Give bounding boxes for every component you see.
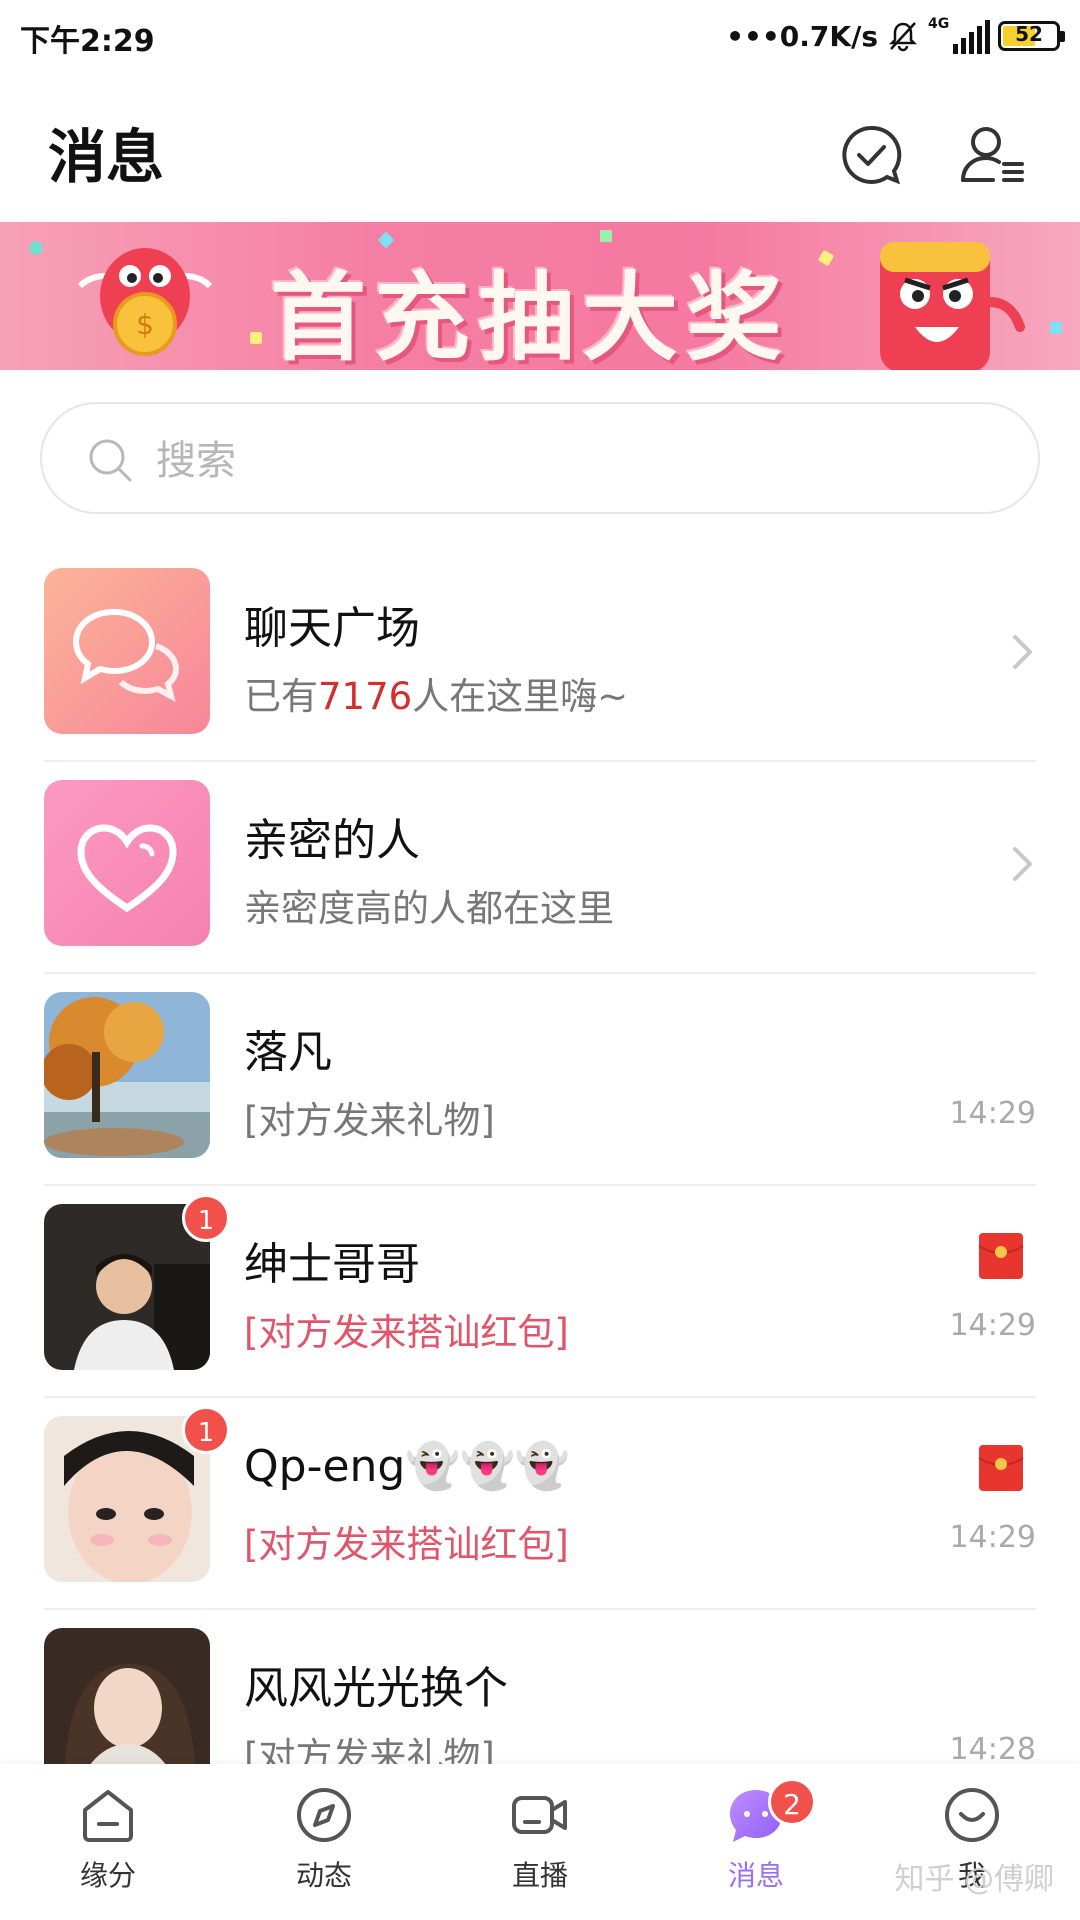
tab-label: 动态 — [295, 1859, 352, 1892]
svg-text:$: $ — [136, 308, 154, 341]
conversation-row[interactable]: 落凡 [对方发来礼物] 14:29 — [0, 974, 1080, 1186]
message-list: 聊天广场 已有7176人在这里嗨~ 亲密的人 亲密度高的人都在这里 落凡 [对方… — [0, 550, 1080, 1822]
item-subtitle: 亲密度高的人都在这里 — [244, 887, 614, 930]
contact-name: 风风光光换个 — [244, 1663, 508, 1714]
unread-badge: 1 — [182, 1406, 230, 1454]
chat-bubbles-icon — [44, 568, 210, 734]
nav-badge: 2 — [768, 1778, 816, 1826]
smile-icon — [945, 1788, 999, 1842]
page-title: 消息 — [48, 123, 165, 191]
conversation-row[interactable]: 1 绅士哥哥 [对方发来搭讪红包] 14:29 — [0, 1186, 1080, 1398]
online-count: 7176 — [318, 675, 413, 718]
battery-icon: 52 — [998, 21, 1065, 51]
message-time: 14:28 — [949, 1732, 1036, 1767]
contact-name: 落凡 — [244, 1027, 332, 1078]
status-right: •••0.7K/s 4G 52 — [726, 12, 1065, 60]
message-time: 14:29 — [949, 1520, 1036, 1555]
message-time: 14:29 — [949, 1096, 1036, 1131]
tab-label: 缘分 — [79, 1859, 136, 1892]
item-subtitle: 已有7176人在这里嗨~ — [244, 675, 629, 718]
video-icon — [512, 1796, 567, 1834]
red-packet-icon — [978, 1445, 1024, 1491]
item-title: 聊天广场 — [244, 603, 420, 654]
mascot-red-packet-icon — [880, 242, 1025, 370]
chat-square-tile — [44, 568, 210, 734]
compass-icon — [297, 1788, 351, 1842]
list-item-chat-square[interactable]: 聊天广场 已有7176人在这里嗨~ — [0, 550, 1080, 762]
chevron-right-icon — [1013, 847, 1032, 881]
intimate-tile — [44, 780, 210, 946]
avatar — [44, 992, 210, 1158]
battery-level: 52 — [1015, 22, 1043, 46]
contact-name: 绅士哥哥 — [244, 1239, 420, 1290]
promo-banner[interactable]: $ 首充抽大奖 — [0, 222, 1080, 370]
mute-bell-icon — [888, 22, 918, 52]
tab-messages[interactable]: 2 消息 — [686, 1778, 826, 1914]
banner-title: 首充抽大奖 — [270, 262, 790, 370]
search-input[interactable] — [154, 430, 958, 492]
tab-label: 消息 — [727, 1859, 784, 1892]
bottom-nav: 缘分 动态 直播 2 消息 我 知乎 @傅卿 — [0, 1764, 1080, 1920]
message-preview: [对方发来礼物] — [244, 1099, 495, 1142]
network-speed: •••0.7K/s — [726, 19, 878, 53]
contacts-icon[interactable] — [958, 120, 1028, 190]
message-preview: [对方发来搭讪红包] — [244, 1523, 569, 1566]
message-time: 14:29 — [949, 1308, 1036, 1343]
tab-live[interactable]: 直播 — [470, 1784, 610, 1914]
chevron-right-icon — [1013, 635, 1032, 669]
contact-name: Qp-eng👻👻👻 — [244, 1441, 570, 1492]
message-preview: [对方发来搭讪红包] — [244, 1311, 569, 1354]
heart-icon — [44, 780, 210, 946]
tab-label: 直播 — [511, 1859, 568, 1892]
chat-check-icon[interactable] — [836, 120, 906, 190]
status-bar: 下午2:29 •••0.7K/s 4G 52 — [0, 0, 1080, 74]
red-packet-icon — [978, 1233, 1024, 1279]
list-item-intimate[interactable]: 亲密的人 亲密度高的人都在这里 — [0, 762, 1080, 974]
conversation-row[interactable]: 1 Qp-eng👻👻👻 [对方发来搭讪红包] 14:29 — [0, 1398, 1080, 1610]
status-time: 下午2:29 — [20, 24, 155, 59]
item-title: 亲密的人 — [244, 815, 420, 866]
mascot-coin-icon: $ — [77, 248, 213, 356]
watermark: 知乎 @傅卿 — [894, 1862, 1054, 1897]
unread-badge: 1 — [182, 1194, 230, 1242]
tab-fate[interactable]: 缘分 — [38, 1784, 178, 1914]
tab-moments[interactable]: 动态 — [254, 1784, 394, 1914]
search-bar[interactable] — [40, 402, 1040, 514]
header: 消息 — [0, 80, 1080, 220]
signal-icon: 4G — [928, 16, 990, 56]
home-icon — [83, 1790, 133, 1842]
search-icon — [89, 439, 132, 482]
